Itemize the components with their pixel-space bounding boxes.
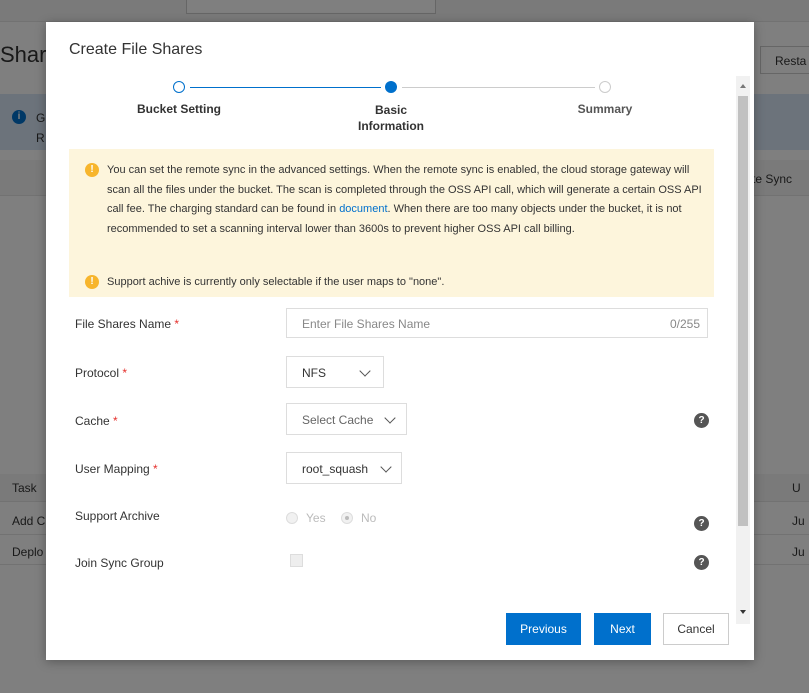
create-file-shares-dialog: Create File Shares Bucket Setting Basic … — [46, 22, 754, 660]
step-connector — [190, 87, 381, 88]
next-button[interactable]: Next — [594, 613, 651, 645]
step-bucket-setting-label: Bucket Setting — [136, 102, 221, 116]
warning-icon: ! — [85, 275, 99, 289]
dialog-title: Create File Shares — [69, 41, 203, 58]
file-shares-name-input[interactable]: Enter File Shares Name 0/255 — [286, 308, 708, 338]
protocol-select[interactable]: NFS — [286, 356, 384, 388]
radio-selected-dot — [345, 516, 349, 520]
join-sync-group-label: Join Sync Group — [75, 556, 164, 570]
radio-no[interactable] — [341, 512, 353, 524]
help-icon[interactable]: ? — [694, 555, 709, 570]
dialog-scrollbar[interactable] — [736, 76, 750, 624]
chevron-down-icon — [359, 365, 371, 377]
file-shares-name-placeholder: Enter File Shares Name — [302, 317, 431, 331]
protocol-label: Protocol * — [75, 366, 128, 380]
user-mapping-label: User Mapping * — [75, 462, 158, 476]
help-icon[interactable]: ? — [694, 516, 709, 531]
warning-icon: ! — [85, 163, 99, 177]
step-summary-label: Summary — [577, 102, 633, 116]
support-archive-label: Support Archive — [75, 509, 160, 523]
radio-yes[interactable] — [286, 512, 298, 524]
char-count: 0/255 — [669, 317, 700, 331]
cache-select[interactable]: Select Cache — [286, 403, 407, 435]
cancel-button[interactable]: Cancel — [663, 613, 729, 645]
scrollbar-thumb[interactable] — [738, 96, 748, 526]
cache-label: Cache * — [75, 414, 118, 428]
step-basic-information-label: Basic Information — [358, 103, 424, 133]
chevron-down-icon — [380, 461, 392, 473]
user-mapping-select[interactable]: root_squash — [286, 452, 402, 484]
document-link[interactable]: document — [339, 203, 387, 215]
previous-button[interactable]: Previous — [506, 613, 581, 645]
support-archive-radio-group: Yes No — [286, 511, 406, 526]
step-connector — [402, 87, 595, 88]
file-shares-name-label: File Shares Name * — [75, 317, 180, 331]
scroll-down-icon[interactable] — [740, 610, 746, 614]
radio-yes-label: Yes — [306, 511, 326, 525]
step-bucket-setting-icon — [173, 81, 185, 93]
dialog-body: Bucket Setting Basic Information Summary… — [46, 76, 754, 624]
remote-sync-notice: ! You can set the remote sync in the adv… — [69, 149, 714, 297]
step-summary-icon — [599, 81, 611, 93]
scroll-up-icon[interactable] — [740, 84, 746, 88]
radio-no-label: No — [361, 511, 377, 525]
step-basic-information-icon — [385, 81, 397, 93]
chevron-down-icon — [384, 412, 396, 424]
help-icon[interactable]: ? — [694, 413, 709, 428]
archive-notice-text: Support achive is currently only selecta… — [107, 276, 445, 288]
join-sync-group-checkbox[interactable] — [290, 554, 303, 567]
notice-text: You can set the remote sync in the advan… — [107, 164, 702, 235]
